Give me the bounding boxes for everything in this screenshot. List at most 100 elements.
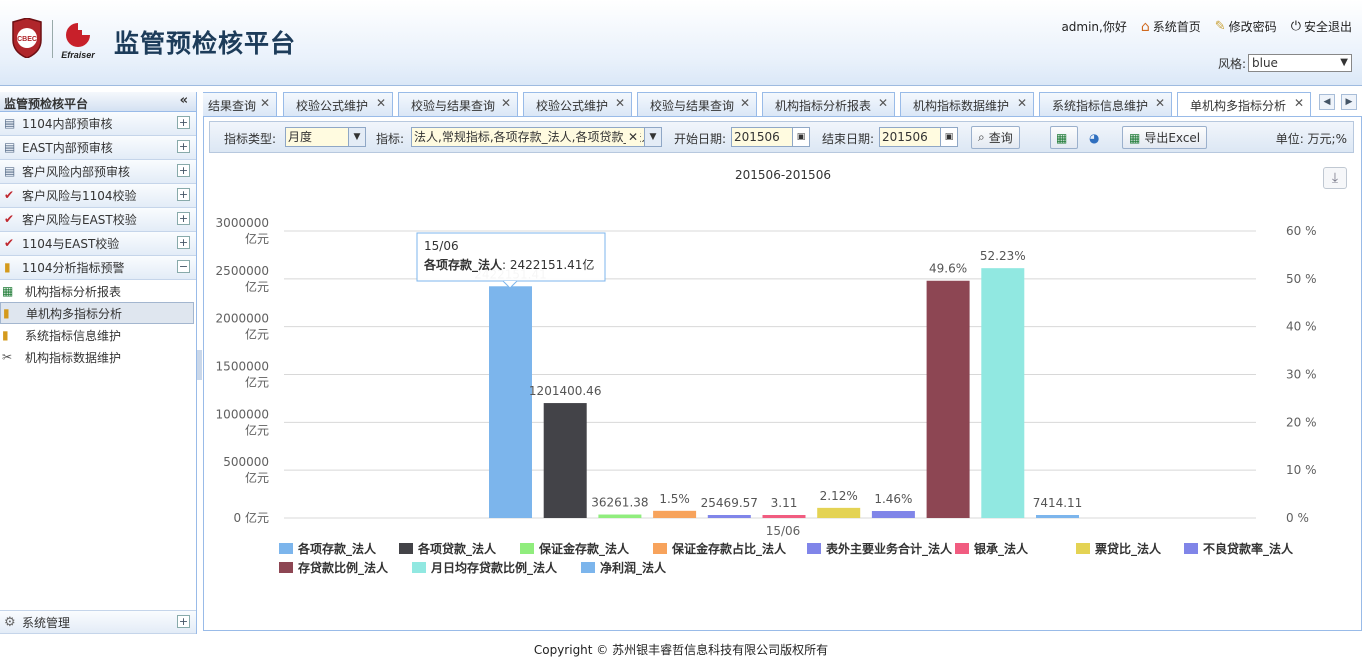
close-icon[interactable]: ✕ [878,96,888,110]
expand-icon[interactable]: + [177,615,190,628]
bar[interactable] [707,515,751,518]
y-left-tick: 500000 [223,455,269,469]
sidebar-item[interactable]: ✂ 机构指标数据维护 [0,346,196,368]
bar[interactable] [926,280,970,518]
sidebar-group[interactable]: ▤ 1104内部预审核 + [0,112,196,136]
excel-icon: ▦ [1129,130,1141,145]
sidebar-group[interactable]: ▤ 客户风险内部预审核 + [0,160,196,184]
y-left-tick: 2500000 [216,264,269,278]
cbec-logo: CBEC [12,18,42,58]
sidebar-group[interactable]: ✔ 客户风险与EAST校验 + [0,208,196,232]
sidebar-group-system[interactable]: ⚙ 系统管理 + [0,610,196,634]
form-icon: ▤ [4,116,16,130]
export-excel-button[interactable]: ▦ 导出Excel [1122,126,1208,149]
tab[interactable]: 系统指标信息维护 ✕ [1039,92,1172,116]
tab[interactable]: 机构指标数据维护 ✕ [900,92,1034,116]
close-icon[interactable]: ✕ [1294,96,1304,110]
collapse-icon[interactable]: « [180,93,188,108]
expand-icon[interactable]: + [177,188,190,201]
sidebar-item[interactable]: ▦ 机构指标分析报表 [0,280,196,302]
tab[interactable]: 结果查询 ✕ [203,92,277,116]
sidebar-group[interactable]: ▮ 1104分析指标预警 − [0,256,196,280]
legend-item[interactable]: 不良贷款率_法人 [1203,541,1294,557]
sidebar-group-label: EAST内部预审核 [22,141,113,155]
sidebar-splitter[interactable] [197,350,202,380]
legend-swatch [520,543,534,554]
excel-button[interactable]: ▦ [1050,126,1078,149]
sidebar-item[interactable]: ▮ 单机构多指标分析 [0,302,194,324]
index-select[interactable]: 法人,常规指标,各项存款_法人,各项贷款_法人 ✕ ▼ [411,127,662,147]
legend-item[interactable]: 月日均存贷款比例_法人 [430,560,558,576]
scroll-left-icon[interactable]: ◀ [1319,94,1335,110]
end-date-input[interactable]: 201506 ▣ [879,127,958,147]
start-date-input[interactable]: 201506 ▣ [731,127,810,147]
y-left-tick: 0 亿元 [234,510,269,525]
sidebar-group[interactable]: ▤ EAST内部预审核 + [0,136,196,160]
data-label: 7414.11 [1033,496,1083,510]
calendar-icon[interactable]: ▣ [792,128,809,146]
bar[interactable] [981,268,1025,518]
legend-item[interactable]: 各项存款_法人 [297,541,377,557]
query-button[interactable]: ⌕ 查询 [971,126,1020,149]
chart-type-button[interactable]: ◕ [1086,126,1110,149]
expand-icon[interactable]: + [177,212,190,225]
legend-item[interactable]: 存贷款比例_法人 [297,560,389,576]
close-icon[interactable]: ✕ [1017,96,1027,110]
close-icon[interactable]: ✕ [615,96,625,110]
form-icon: ▤ [4,164,16,178]
start-date-value: 201506 [734,130,780,144]
home-link[interactable]: ⌂ 系统首页 [1141,18,1201,35]
bar[interactable] [817,507,861,518]
sidebar-group[interactable]: ✔ 1104与EAST校验 + [0,232,196,256]
tab[interactable]: 校验与结果查询 ✕ [637,92,757,116]
tab[interactable]: 校验与结果查询 ✕ [398,92,518,116]
bar[interactable] [653,510,697,518]
chart-title: 201506-201506 [735,168,831,182]
y-left-tick-unit: 亿元 [245,279,269,294]
legend-item[interactable]: 保证金存款_法人 [538,541,630,557]
legend-item[interactable]: 表外主要业务合计_法人 [825,541,953,557]
type-select[interactable]: 月度 ▼ [285,127,366,147]
expand-icon[interactable]: + [177,116,190,129]
close-icon[interactable]: ✕ [376,96,386,110]
scroll-right-icon[interactable]: ▶ [1341,94,1357,110]
data-label: 49.6% [929,262,967,276]
bar[interactable] [1036,515,1079,518]
change-password-link[interactable]: ✎ 修改密码 [1215,18,1277,35]
collapse-icon[interactable]: − [177,260,190,273]
close-icon[interactable]: ✕ [740,96,750,110]
tab-label: 单机构多指标分析 [1190,99,1287,113]
legend-item[interactable]: 银承_法人 [974,541,1029,557]
expand-icon[interactable]: + [177,164,190,177]
logout-link[interactable]: ⏻ 安全退出 [1291,18,1352,35]
bar[interactable] [489,286,532,518]
tab[interactable]: 单机构多指标分析 ✕ [1177,92,1311,116]
expand-icon[interactable]: + [177,236,190,249]
chart: 201506-2015060 亿元 0 %500000亿元10 %1000000亿… [216,168,1317,576]
close-icon[interactable]: ✕ [260,96,270,110]
y-left-tick-unit: 亿元 [245,231,269,246]
clear-icon[interactable]: ✕ [625,128,640,146]
legend-item[interactable]: 保证金存款占比_法人 [671,541,787,557]
end-date-value: 201506 [882,130,928,144]
bar[interactable] [598,514,642,518]
tab[interactable]: 校验公式维护 ✕ [523,92,632,116]
calendar-icon[interactable]: ▣ [940,128,957,146]
type-value: 月度 [288,130,313,144]
legend-item[interactable]: 各项贷款_法人 [417,541,497,557]
legend-item[interactable]: 票贷比_法人 [1095,541,1162,557]
sidebar-group-label: 客户风险与EAST校验 [22,213,137,227]
close-icon[interactable]: ✕ [501,96,511,110]
style-select[interactable]: blue ▼ [1248,54,1352,72]
legend-item[interactable]: 净利润_法人 [600,560,667,576]
tab[interactable]: 校验公式维护 ✕ [283,92,393,116]
close-icon[interactable]: ✕ [1155,96,1165,110]
tab[interactable]: 机构指标分析报表 ✕ [762,92,895,116]
sidebar-group[interactable]: ✔ 客户风险与1104校验 + [0,184,196,208]
bar[interactable] [762,515,806,518]
bar[interactable] [543,403,587,518]
sidebar-item[interactable]: ▮ 系统指标信息维护 [0,324,196,346]
bar[interactable] [871,511,915,518]
expand-icon[interactable]: + [177,140,190,153]
app-title: 监管预检核平台 [114,29,297,58]
